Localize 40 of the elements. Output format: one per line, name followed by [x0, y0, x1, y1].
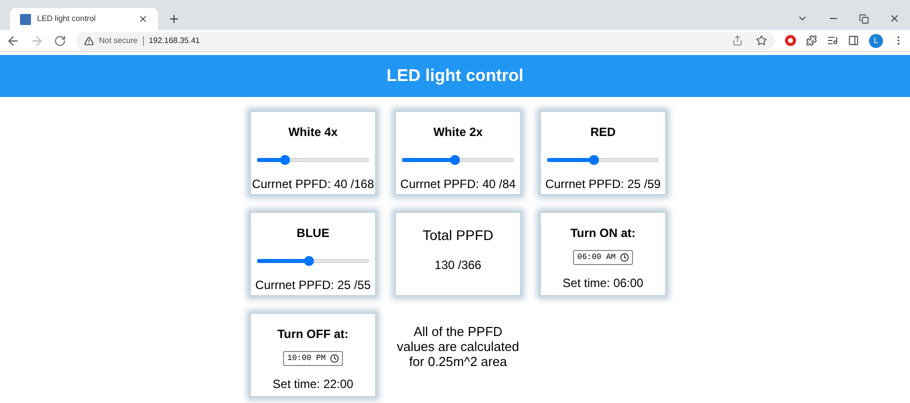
tab-title: LED light control	[37, 13, 97, 25]
total-reading: 130 /366	[434, 257, 482, 274]
close-icon[interactable]	[138, 14, 148, 24]
browser-tab[interactable]: LED light control	[10, 8, 158, 30]
share-icon[interactable]	[732, 35, 743, 46]
puzzle-icon[interactable]	[806, 35, 817, 46]
address-bar[interactable]: Not secure 192.168.35.41	[76, 32, 775, 50]
card-title: Turn OFF at:	[277, 326, 349, 343]
side-panel-icon[interactable]	[848, 35, 859, 46]
time-field[interactable]: 06:00 AM	[573, 250, 633, 265]
warning-icon	[84, 36, 94, 46]
card-title: White 2x	[433, 124, 483, 141]
new-tab-icon[interactable]	[168, 13, 180, 25]
reload-icon[interactable]	[54, 34, 66, 46]
ppfd-reading: Currnet PPFD: 40 /168	[252, 176, 374, 193]
card-title: Turn ON at:	[570, 225, 636, 242]
clock-icon[interactable]	[620, 253, 629, 262]
card-title: White 4x	[288, 124, 338, 141]
clock-icon[interactable]	[330, 354, 339, 363]
ppfd-reading: Currnet PPFD: 40 /84	[400, 176, 516, 193]
url-text: 192.168.35.41	[148, 34, 200, 46]
set-time-text: Set time: 06:00	[562, 275, 644, 292]
star-icon[interactable]	[756, 35, 767, 46]
media-icon[interactable]	[827, 35, 838, 46]
restore-icon[interactable]	[859, 14, 869, 24]
note-text: All of the PPFD values are calculated for 0.25m^2 area	[396, 324, 520, 371]
card-title: RED	[590, 124, 616, 141]
page-title: LED light control	[386, 65, 524, 88]
ppfd-reading: Currnet PPFD: 25 /59	[545, 176, 661, 193]
close-icon[interactable]	[889, 13, 900, 24]
ppfd-reading: Currnet PPFD: 25 /55	[255, 277, 371, 294]
set-time-text: Set time: 22:00	[272, 376, 354, 393]
extension-icon[interactable]	[785, 35, 796, 46]
security-label: Not secure	[99, 34, 138, 46]
favicon-icon	[20, 14, 31, 24]
profile-avatar[interactable]: L	[869, 34, 883, 48]
card-title: Total PPFD	[422, 226, 494, 245]
time-field[interactable]: 10:00 PM	[283, 351, 343, 366]
back-icon[interactable]	[6, 34, 20, 48]
card-title: BLUE	[296, 225, 330, 242]
